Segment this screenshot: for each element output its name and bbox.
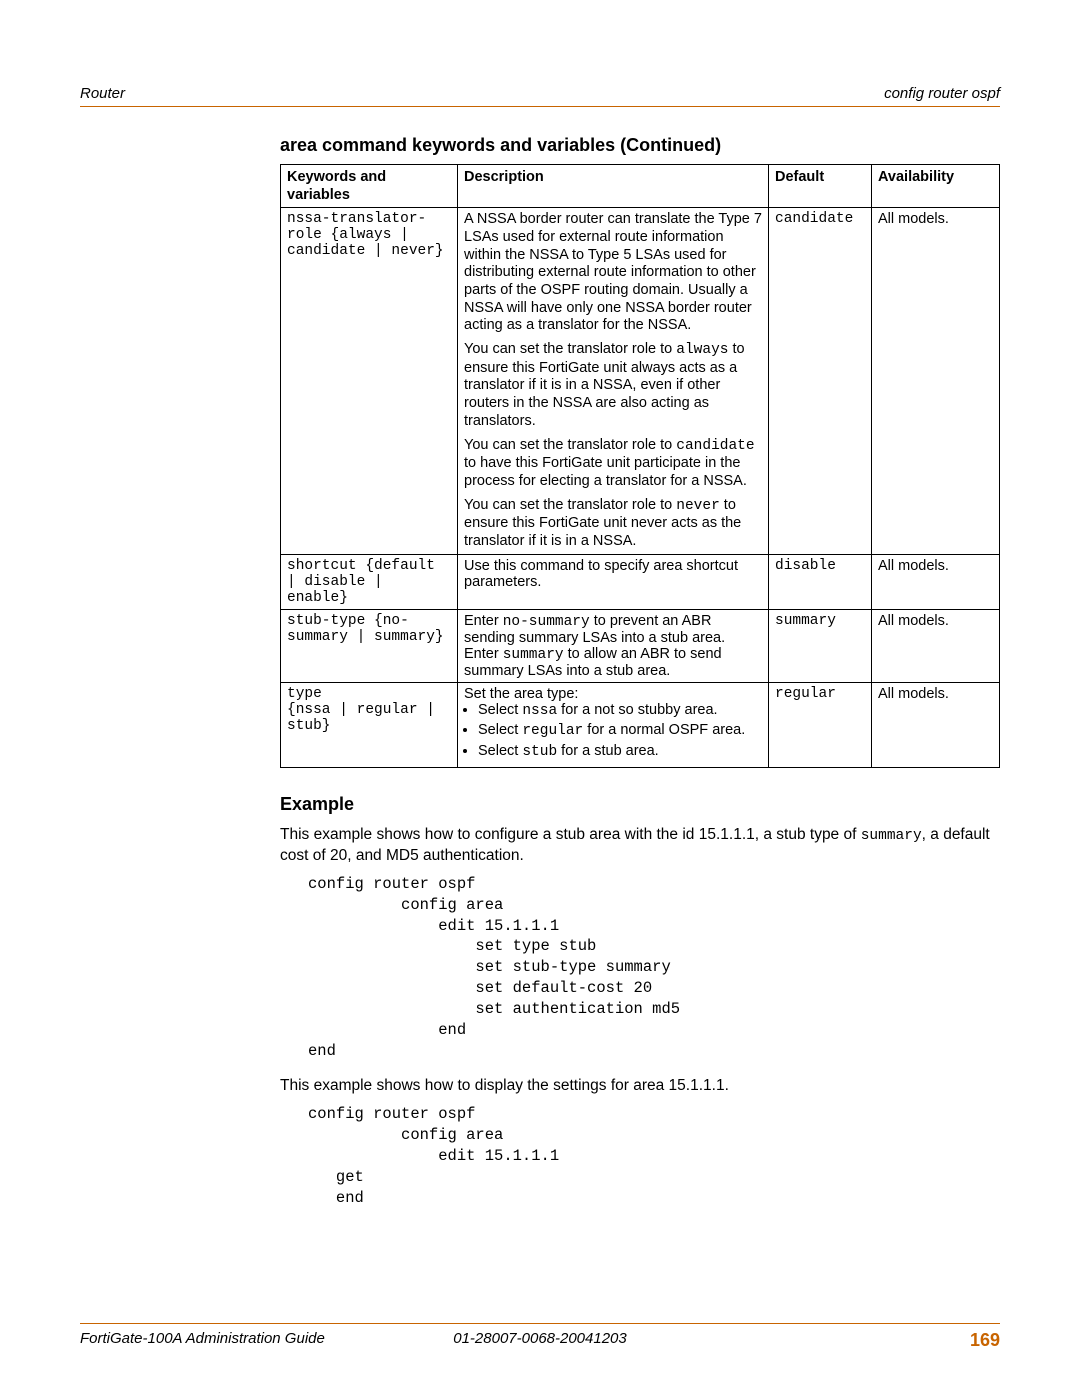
desc-text: You can set the translator role to	[464, 437, 676, 453]
body-paragraph: This example shows how to configure a st…	[280, 825, 1000, 866]
inline-code: nssa	[522, 703, 557, 719]
desc-para: You can set the translator role to candi…	[464, 437, 762, 491]
section-title: area command keywords and variables (Con…	[280, 135, 1000, 156]
cell-availability: All models.	[872, 554, 1000, 609]
page-number: 169	[970, 1330, 1000, 1351]
desc-text: for a not so stubby area.	[557, 702, 717, 718]
desc-text: Select	[478, 702, 522, 718]
desc-text: Select	[478, 722, 522, 738]
desc-text: Set the area type:	[464, 686, 762, 702]
cell-description: Set the area type: Select nssa for a not…	[458, 682, 769, 767]
header-right: config router ospf	[884, 85, 1000, 102]
page-header: Router config router ospf	[80, 85, 1000, 107]
cell-default: regular	[769, 682, 872, 767]
body-text: This example shows how to configure a st…	[280, 826, 861, 843]
cell-description: A NSSA border router can translate the T…	[458, 208, 769, 554]
desc-text: You can set the translator role to	[464, 497, 676, 513]
inline-code: always	[676, 342, 728, 358]
cell-description: Use this command to specify area shortcu…	[458, 554, 769, 609]
inline-code: summary	[503, 647, 564, 663]
desc-text: to have this FortiGate unit participate …	[464, 455, 747, 489]
desc-para: A NSSA border router can translate the T…	[464, 211, 762, 335]
col-keywords-l2: variables	[287, 187, 350, 203]
inline-code: summary	[861, 828, 922, 844]
inline-code: no-summary	[503, 614, 590, 630]
table-row: type {nssa | regular | stub} Set the are…	[281, 682, 1000, 767]
desc-text: for a stub area.	[557, 743, 659, 759]
col-description: Description	[458, 165, 769, 208]
desc-para: You can set the translator role to never…	[464, 497, 762, 551]
example-heading: Example	[280, 794, 1000, 815]
content-area: area command keywords and variables (Con…	[280, 135, 1000, 1209]
cell-keyword: type {nssa | regular | stub}	[281, 682, 458, 767]
table-row: shortcut {default | disable | enable} Us…	[281, 554, 1000, 609]
list-item: Select stub for a stub area.	[478, 743, 762, 762]
inline-code: candidate	[676, 438, 754, 454]
code-block: config router ospf config area edit 15.1…	[308, 874, 1000, 1062]
inline-code: regular	[522, 723, 583, 739]
desc-text: You can set the translator role to	[464, 341, 676, 357]
desc-text: Enter	[464, 613, 503, 629]
page-footer: FortiGate-100A Administration Guide 01-2…	[80, 1323, 1000, 1351]
cell-keyword: shortcut {default | disable | enable}	[281, 554, 458, 609]
list-item: Select regular for a normal OSPF area.	[478, 722, 762, 741]
cell-keyword: nssa-translator-role {always | candidate…	[281, 208, 458, 554]
header-left: Router	[80, 85, 125, 102]
page: Router config router ospf area command k…	[0, 0, 1080, 1397]
desc-para: You can set the translator role to alway…	[464, 341, 762, 430]
footer-center: 01-28007-0068-20041203	[453, 1330, 627, 1347]
cell-availability: All models.	[872, 609, 1000, 682]
cell-default: summary	[769, 609, 872, 682]
list-item: Select nssa for a not so stubby area.	[478, 702, 762, 721]
desc-text: for a normal OSPF area.	[583, 722, 745, 738]
table-header-row: Keywords and variables Description Defau…	[281, 165, 1000, 208]
cell-keyword: stub-type {no-summary | summary}	[281, 609, 458, 682]
cell-availability: All models.	[872, 208, 1000, 554]
inline-code: stub	[522, 744, 557, 760]
desc-text: Select	[478, 743, 522, 759]
col-keywords-l1: Keywords and	[287, 169, 386, 185]
cell-availability: All models.	[872, 682, 1000, 767]
footer-left: FortiGate-100A Administration Guide	[80, 1330, 325, 1351]
col-keywords: Keywords and variables	[281, 165, 458, 208]
code-block: config router ospf config area edit 15.1…	[308, 1104, 1000, 1209]
body-paragraph: This example shows how to display the se…	[280, 1076, 1000, 1096]
keywords-table: Keywords and variables Description Defau…	[280, 164, 1000, 768]
table-row: stub-type {no-summary | summary} Enter n…	[281, 609, 1000, 682]
cell-default: disable	[769, 554, 872, 609]
cell-default: candidate	[769, 208, 872, 554]
cell-description: Enter no-summary to prevent an ABR sendi…	[458, 609, 769, 682]
col-default: Default	[769, 165, 872, 208]
bullet-list: Select nssa for a not so stubby area. Se…	[464, 702, 762, 762]
inline-code: never	[676, 498, 720, 514]
col-availability: Availability	[872, 165, 1000, 208]
table-row: nssa-translator-role {always | candidate…	[281, 208, 1000, 554]
